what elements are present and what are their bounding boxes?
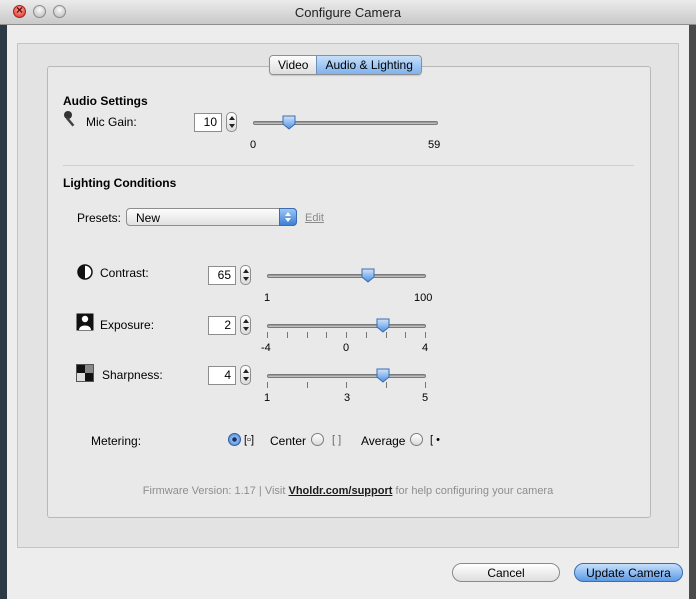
contrast-slider-thumb[interactable] bbox=[361, 268, 375, 283]
sharpness-label: Sharpness: bbox=[102, 368, 163, 382]
slider-tick bbox=[286, 332, 288, 338]
sharpness-mid-label: 3 bbox=[344, 392, 351, 404]
contrast-slider-track[interactable] bbox=[267, 274, 426, 278]
tab-panel bbox=[47, 66, 651, 518]
section-divider bbox=[63, 165, 634, 166]
exposure-slider-thumb[interactable] bbox=[376, 318, 390, 333]
window-title: Configure Camera bbox=[294, 5, 402, 20]
slider-tick bbox=[326, 332, 328, 338]
presets-label: Presets: bbox=[77, 211, 122, 225]
background-window-edge bbox=[0, 25, 7, 599]
slider-tick bbox=[405, 332, 407, 338]
mic-gain-field[interactable]: 10 bbox=[194, 113, 222, 132]
edit-preset-link[interactable]: Edit bbox=[305, 212, 324, 224]
sharpness-max-label: 5 bbox=[422, 392, 429, 404]
slider-tick bbox=[306, 332, 308, 338]
update-camera-button[interactable]: Update Camera bbox=[574, 563, 683, 582]
sharpness-tick-marks bbox=[267, 382, 426, 388]
slider-tick bbox=[267, 382, 268, 388]
average-metering-icon: [ ] bbox=[332, 434, 342, 446]
mic-gain-slider-thumb[interactable] bbox=[282, 115, 296, 130]
exposure-slider-track[interactable] bbox=[267, 324, 426, 328]
slider-tick bbox=[346, 332, 347, 338]
firmware-info: Firmware Version: 1.17 | Visit Vholdr.co… bbox=[0, 485, 696, 497]
lighting-conditions-heading: Lighting Conditions bbox=[63, 176, 177, 190]
metering-spot-radio[interactable] bbox=[410, 433, 423, 446]
contrast-stepper[interactable] bbox=[240, 265, 251, 285]
contrast-label: Contrast: bbox=[100, 266, 149, 280]
sharpness-slider-thumb[interactable] bbox=[376, 368, 390, 383]
contrast-min-label: 1 bbox=[264, 292, 271, 304]
configure-camera-window: Configure Camera Video Audio & Lighting … bbox=[0, 0, 696, 599]
metering-center-label: Center bbox=[270, 434, 307, 448]
exposure-max-label: 4 bbox=[422, 342, 429, 354]
metering-label: Metering: bbox=[91, 434, 142, 448]
slider-tick bbox=[267, 332, 268, 338]
mic-gain-min-label: 0 bbox=[250, 139, 257, 151]
cancel-button[interactable]: Cancel bbox=[452, 563, 560, 582]
chevron-up-down-icon bbox=[279, 208, 297, 226]
contrast-field[interactable]: 65 bbox=[208, 266, 236, 285]
tab-bar: Video Audio & Lighting bbox=[269, 55, 422, 75]
exposure-tick-marks bbox=[267, 332, 426, 338]
sharpness-slider-track[interactable] bbox=[267, 374, 426, 378]
center-metering-icon: [▫] bbox=[244, 434, 255, 446]
exposure-min-label: -4 bbox=[261, 342, 271, 354]
firmware-version-text: Firmware Version: 1.17 | Visit bbox=[142, 485, 289, 497]
exposure-stepper[interactable] bbox=[240, 315, 251, 335]
slider-tick bbox=[425, 332, 426, 338]
tab-video[interactable]: Video bbox=[270, 56, 317, 74]
title-bar[interactable]: Configure Camera bbox=[0, 0, 696, 25]
support-link[interactable]: Vholdr.com/support bbox=[289, 485, 393, 497]
exposure-label: Exposure: bbox=[100, 318, 155, 332]
audio-settings-heading: Audio Settings bbox=[63, 94, 148, 108]
slider-tick bbox=[425, 382, 426, 388]
contrast-icon bbox=[77, 264, 93, 283]
spot-metering-icon: [ • bbox=[430, 434, 440, 446]
exposure-icon bbox=[76, 313, 94, 334]
microphone-icon bbox=[62, 110, 80, 131]
mic-gain-label: Mic Gain: bbox=[86, 115, 137, 129]
sharpness-icon bbox=[76, 364, 94, 385]
presets-selected-value: New bbox=[136, 211, 161, 225]
firmware-help-text: for help configuring your camera bbox=[392, 485, 554, 497]
metering-average-label: Average bbox=[361, 434, 406, 448]
sharpness-field[interactable]: 4 bbox=[208, 366, 236, 385]
background-window-edge-right bbox=[689, 25, 696, 599]
slider-tick bbox=[346, 382, 347, 388]
slider-tick bbox=[365, 332, 367, 338]
metering-center-radio[interactable] bbox=[228, 433, 241, 446]
sharpness-stepper[interactable] bbox=[240, 365, 251, 385]
mic-gain-slider-track[interactable] bbox=[253, 121, 438, 125]
contrast-max-label: 100 bbox=[414, 292, 433, 304]
presets-select[interactable]: New bbox=[126, 208, 297, 226]
metering-average-radio[interactable] bbox=[311, 433, 324, 446]
tab-audio-lighting[interactable]: Audio & Lighting bbox=[316, 56, 421, 74]
mic-gain-stepper[interactable] bbox=[226, 112, 237, 132]
mic-gain-max-label: 59 bbox=[428, 139, 441, 151]
slider-tick bbox=[306, 382, 308, 388]
exposure-mid-label: 0 bbox=[343, 342, 350, 354]
sharpness-min-label: 1 bbox=[264, 392, 271, 404]
exposure-field[interactable]: 2 bbox=[208, 316, 236, 335]
